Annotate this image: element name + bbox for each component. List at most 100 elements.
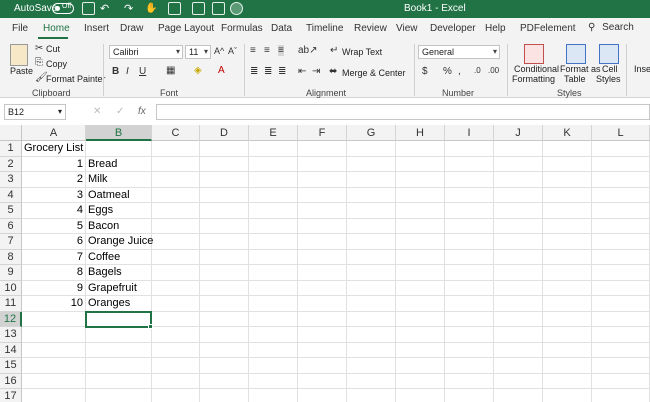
number-format-combo[interactable]: General ▾ [418, 45, 500, 59]
column-header-a[interactable]: A [22, 125, 86, 141]
row-header-3[interactable]: 3 [0, 172, 22, 188]
cell-a6[interactable]: 5 [22, 219, 83, 235]
paste-button[interactable]: Paste [10, 66, 33, 76]
search-box[interactable]: ⚲ Search [588, 22, 634, 33]
form-icon[interactable] [168, 2, 181, 15]
row-header-9[interactable]: 9 [0, 265, 22, 281]
cell-styles-icon[interactable] [599, 44, 619, 64]
column-header-d[interactable]: D [200, 125, 249, 141]
column-header-i[interactable]: I [445, 125, 494, 141]
font-size-combo[interactable]: 11 ▾ [185, 45, 211, 59]
cell-b2[interactable]: Bread [88, 157, 117, 173]
bold-icon[interactable]: B [112, 66, 119, 77]
comma-style-icon[interactable]: , [458, 66, 461, 77]
cell-a3[interactable]: 2 [22, 172, 83, 188]
tab-page-layout[interactable]: Page Layout [158, 23, 214, 34]
tab-data[interactable]: Data [271, 23, 292, 34]
redo-icon[interactable]: ↷ [124, 2, 137, 15]
column-header-h[interactable]: H [396, 125, 445, 141]
column-header-c[interactable]: C [152, 125, 200, 141]
cell-b4[interactable]: Oatmeal [88, 188, 130, 204]
increase-font-icon[interactable]: A^ [214, 46, 224, 56]
conditional-formatting-icon[interactable] [524, 44, 544, 64]
decrease-indent-icon[interactable]: ⇤ [298, 66, 306, 77]
row-header-1[interactable]: 1 [0, 141, 22, 157]
select-all-corner[interactable] [0, 125, 22, 141]
column-header-k[interactable]: K [543, 125, 592, 141]
paste-icon[interactable] [10, 44, 28, 66]
italic-icon[interactable]: I [126, 66, 129, 77]
cell-a10[interactable]: 9 [22, 281, 83, 297]
autosave-toggle[interactable]: Off [52, 3, 74, 14]
tab-timeline[interactable]: Timeline [306, 23, 343, 34]
format-as-table-icon[interactable] [566, 44, 586, 64]
column-header-f[interactable]: F [298, 125, 347, 141]
font-name-combo[interactable]: Calibri ▾ [109, 45, 183, 59]
fill-handle[interactable] [148, 323, 153, 329]
format-as-table-label-1[interactable]: Format as [560, 64, 601, 74]
copy-icon[interactable]: ⎘ [35, 57, 43, 68]
cell-a4[interactable]: 3 [22, 188, 83, 204]
column-header-l[interactable]: L [592, 125, 650, 141]
cell-a9[interactable]: 8 [22, 265, 83, 281]
row-header-6[interactable]: 6 [0, 218, 22, 234]
orientation-icon[interactable]: ab↗ [298, 45, 318, 56]
row-header-16[interactable]: 16 [0, 373, 22, 389]
cell-a2[interactable]: 1 [22, 157, 83, 173]
cell-styles-label-1[interactable]: Cell [602, 64, 618, 74]
copy-button[interactable]: Copy [46, 59, 67, 69]
sheet-icon[interactable] [212, 2, 225, 15]
wrap-text-button[interactable]: Wrap Text [342, 47, 382, 57]
column-header-g[interactable]: G [347, 125, 396, 141]
cell-b9[interactable]: Bagels [88, 265, 122, 281]
cell-b10[interactable]: Grapefruit [88, 281, 137, 297]
insert-function-icon[interactable]: fx [138, 106, 146, 117]
align-center-icon[interactable]: ≣ [264, 66, 272, 77]
column-header-j[interactable]: J [494, 125, 543, 141]
row-header-5[interactable]: 5 [0, 203, 22, 219]
align-left-icon[interactable]: ≣ [250, 66, 258, 77]
increase-indent-icon[interactable]: ⇥ [312, 66, 320, 77]
record-icon[interactable] [230, 2, 243, 15]
spreadsheet-grid[interactable]: A B C D E F G H I J K L 1 2 3 4 5 6 7 8 9 10 11 12 13 14 15 16 17 Gro… [0, 125, 650, 402]
cell-b7[interactable]: Orange Juice [88, 234, 153, 250]
column-header-b[interactable]: B [86, 125, 152, 141]
merge-center-button[interactable]: Merge & Center [342, 68, 406, 78]
table-icon[interactable] [192, 2, 205, 15]
cell-b3[interactable]: Milk [88, 172, 108, 188]
conditional-formatting-label-1[interactable]: Conditional [514, 64, 559, 74]
format-as-table-label-2[interactable]: Table [564, 74, 586, 84]
increase-decimal-icon[interactable]: .0 [474, 66, 481, 75]
cell-a8[interactable]: 7 [22, 250, 83, 266]
fill-color-icon[interactable]: ◈ [194, 65, 202, 76]
formula-input[interactable] [156, 104, 650, 120]
tab-draw[interactable]: Draw [120, 23, 143, 34]
cell-b11[interactable]: Oranges [88, 296, 130, 312]
tab-formulas[interactable]: Formulas [221, 23, 263, 34]
percent-icon[interactable]: % [443, 66, 452, 77]
decrease-decimal-icon[interactable]: .00 [488, 66, 499, 75]
row-header-15[interactable]: 15 [0, 358, 22, 374]
tab-view[interactable]: View [396, 23, 418, 34]
align-right-icon[interactable]: ≣ [278, 66, 286, 77]
row-header-2[interactable]: 2 [0, 156, 22, 172]
cut-icon[interactable]: ✂ [35, 43, 43, 54]
row-header-8[interactable]: 8 [0, 249, 22, 265]
cancel-icon[interactable]: ✕ [93, 106, 101, 117]
cell-a11[interactable]: 10 [22, 296, 83, 312]
cell-a5[interactable]: 4 [22, 203, 83, 219]
column-header-e[interactable]: E [249, 125, 298, 141]
row-header-14[interactable]: 14 [0, 342, 22, 358]
align-middle-icon[interactable]: ≡ [264, 45, 270, 56]
tab-developer[interactable]: Developer [430, 23, 476, 34]
cell-a1[interactable]: Grocery List [24, 141, 83, 157]
merge-center-icon[interactable]: ⬌ [329, 66, 337, 77]
save-icon[interactable] [82, 2, 95, 15]
row-header-4[interactable]: 4 [0, 187, 22, 203]
cell-b5[interactable]: Eggs [88, 203, 113, 219]
row-header-12[interactable]: 12 [0, 311, 22, 327]
align-top-icon[interactable]: ≡ [250, 45, 256, 56]
align-bottom-icon[interactable]: ≡ [278, 45, 284, 56]
cell-b6[interactable]: Bacon [88, 219, 119, 235]
touch-mode-icon[interactable]: ✋ [145, 2, 158, 15]
